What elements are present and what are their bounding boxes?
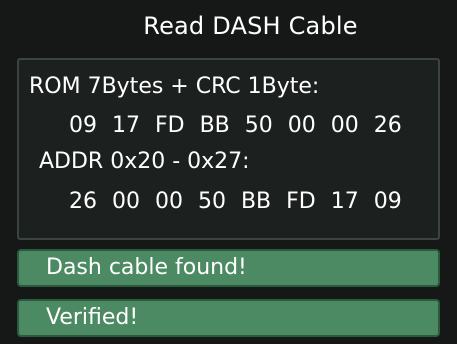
status-verified: Verified! (17, 299, 440, 337)
addr-bytes: 26 00 00 50 BB FD 17 09 (69, 189, 402, 214)
status-cable-found: Dash cable found! (17, 249, 440, 287)
addr-label: ADDR 0x20 - 0x27: (39, 149, 250, 174)
rom-label: ROM 7Bytes + CRC 1Byte: (29, 74, 320, 99)
data-panel: ROM 7Bytes + CRC 1Byte: 09 17 FD BB 50 0… (17, 58, 440, 240)
screen-title: Read DASH Cable (143, 12, 358, 40)
device-screen: Read DASH Cable ROM 7Bytes + CRC 1Byte: … (0, 0, 457, 344)
rom-bytes: 09 17 FD BB 50 00 00 26 (69, 113, 402, 138)
